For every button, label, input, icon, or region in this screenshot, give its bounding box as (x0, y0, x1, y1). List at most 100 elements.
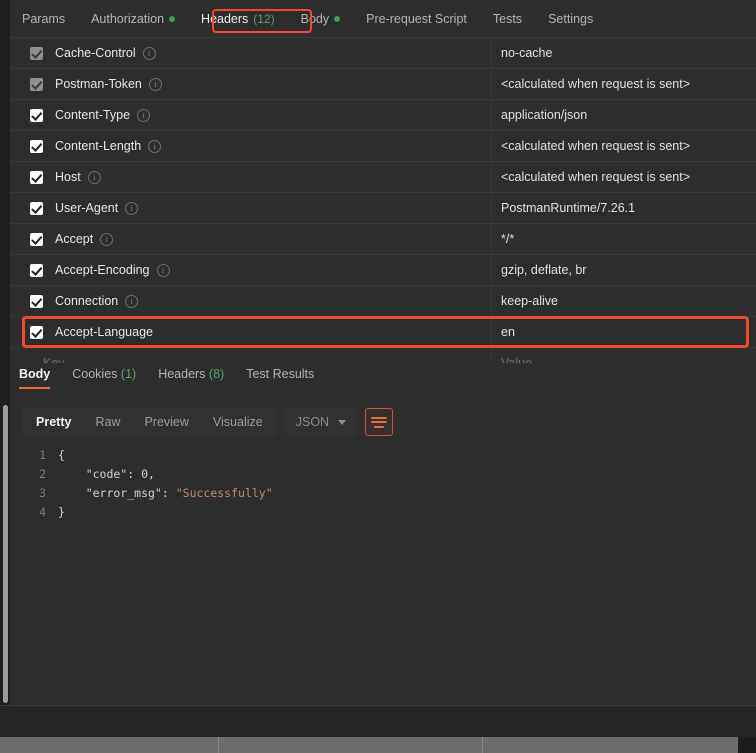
request-tab-label: Params (22, 11, 66, 26)
response-tab-count: (8) (208, 367, 225, 381)
info-icon[interactable]: i (137, 108, 151, 122)
header-value-cell[interactable]: application/json (492, 100, 756, 130)
code-token: , (148, 466, 155, 481)
request-tab-label: Pre-request Script (366, 11, 467, 26)
code-line-text: "code": 0, (58, 467, 155, 481)
request-tab-body[interactable]: Body (301, 12, 341, 26)
info-icon[interactable]: i (87, 170, 101, 184)
taskbar-seam-1 (218, 737, 219, 753)
table-row[interactable]: Content-Type i application/json (10, 100, 756, 131)
header-value-cell[interactable]: <calculated when request is sent> (492, 131, 756, 161)
info-icon[interactable]: i (125, 294, 139, 308)
left-rail (0, 0, 10, 737)
table-row[interactable]: Connection i keep-alive (10, 286, 756, 317)
header-key-label: Cache-Control (55, 46, 136, 60)
info-icon[interactable]: i (148, 139, 162, 153)
header-key-label: User-Agent (55, 201, 119, 215)
request-tab-headers[interactable]: Headers (12) (201, 12, 275, 26)
header-key-label: Accept-Encoding (55, 263, 150, 277)
header-value-cell[interactable]: <calculated when request is sent> (492, 69, 756, 99)
info-icon[interactable]: i (156, 263, 170, 277)
table-row[interactable]: Content-Length i <calculated when request … (10, 131, 756, 162)
new-header-placeholder-row[interactable]: Key Value (10, 348, 756, 363)
request-tab-label: Authorization (91, 11, 165, 26)
row-checkbox[interactable] (30, 170, 43, 184)
info-icon[interactable]: i (142, 46, 156, 60)
table-row[interactable]: Host i <calculated when request is sent> (10, 162, 756, 193)
new-header-key-cell[interactable]: Key (10, 348, 492, 363)
table-row[interactable]: Accept-Language en (10, 317, 756, 348)
new-header-key-placeholder: Key (43, 356, 65, 363)
row-checkbox[interactable] (30, 77, 43, 91)
request-tab-label: Settings (548, 11, 594, 26)
response-tab-headers[interactable]: Headers (8) (158, 367, 224, 389)
header-key-cell[interactable]: Connection i (10, 286, 492, 316)
line-number: 4 (39, 504, 46, 519)
word-wrap-icon[interactable] (365, 408, 394, 436)
header-value-label: <calculated when request is sent> (501, 77, 691, 91)
table-row[interactable]: Accept-Encoding i gzip, deflate, br (10, 255, 756, 286)
info-icon[interactable]: i (125, 201, 139, 215)
table-row[interactable]: Postman-Token i <calculated when request i… (10, 69, 756, 100)
language-select-value: JSON (295, 415, 330, 429)
header-key-cell[interactable]: Accept-Language (10, 317, 492, 347)
wrap-line-1 (371, 416, 388, 419)
header-value-cell[interactable]: <calculated when request is sent> (492, 162, 756, 192)
request-tab-tests[interactable]: Tests (493, 12, 522, 26)
response-tab-bar: Body Cookies (1) Headers (8) Test Results (10, 367, 756, 397)
header-value-label: PostmanRuntime/7.26.1 (501, 201, 636, 215)
header-key-cell[interactable]: User-Agent i (10, 193, 492, 223)
view-mode-preview[interactable]: Preview (132, 408, 200, 436)
table-row[interactable]: Cache-Control i no-cache (10, 38, 756, 69)
request-tab-settings[interactable]: Settings (548, 12, 593, 26)
view-mode-visualize[interactable]: Visualize (201, 408, 275, 436)
table-row[interactable]: Accept i */* (10, 224, 756, 255)
info-icon[interactable]: i (148, 77, 162, 91)
view-mode-pretty[interactable]: Pretty (24, 408, 83, 436)
header-key-cell[interactable]: Accept i (10, 224, 492, 254)
header-key-cell[interactable]: Accept-Encoding i (10, 255, 492, 285)
header-value-cell[interactable]: keep-alive (492, 286, 756, 316)
header-value-cell[interactable]: */* (492, 224, 756, 254)
header-key-cell[interactable]: Content-Type i (10, 100, 492, 130)
header-value-cell[interactable]: gzip, deflate, br (492, 255, 756, 285)
header-key-cell[interactable]: Content-Length i (10, 131, 492, 161)
request-tab-authorization[interactable]: Authorization (91, 11, 176, 26)
chevron-down-icon (338, 419, 347, 425)
header-value-cell[interactable]: en (492, 317, 756, 347)
row-checkbox[interactable] (30, 263, 43, 277)
line-number: 1 (39, 447, 46, 462)
code-token: : (161, 485, 176, 500)
row-checkbox[interactable] (30, 139, 43, 153)
response-tab-body[interactable]: Body (19, 367, 51, 389)
response-tab-cookies[interactable]: Cookies (1) (72, 367, 136, 389)
header-value-label: <calculated when request is sent> (501, 139, 691, 153)
row-checkbox[interactable] (30, 201, 43, 215)
header-value-cell[interactable]: no-cache (492, 38, 756, 68)
vertical-scrollbar[interactable] (3, 405, 8, 703)
header-value-cell[interactable]: PostmanRuntime/7.26.1 (492, 193, 756, 223)
bottom-status-bar (0, 706, 756, 737)
header-key-cell[interactable]: Postman-Token i (10, 69, 492, 99)
header-value-label: en (501, 325, 515, 339)
row-checkbox[interactable] (30, 46, 43, 60)
row-checkbox[interactable] (30, 325, 43, 339)
header-key-cell[interactable]: Cache-Control i (10, 38, 492, 68)
row-checkbox[interactable] (30, 294, 43, 308)
header-value-label: gzip, deflate, br (501, 263, 587, 277)
request-tab-params[interactable]: Params (22, 12, 65, 26)
view-mode-raw[interactable]: Raw (83, 408, 132, 436)
info-icon[interactable]: i (100, 232, 114, 246)
row-checkbox[interactable] (30, 232, 43, 246)
header-key-cell[interactable]: Host i (10, 162, 492, 192)
response-tab-test-results[interactable]: Test Results (246, 367, 314, 389)
response-body-code[interactable]: 1{2 "code": 0, 3 "error_msg": "Successful… (10, 445, 756, 700)
new-header-value-cell[interactable]: Value (492, 348, 756, 363)
table-row[interactable]: User-Agent i PostmanRuntime/7.26.1 (10, 193, 756, 224)
request-tab-pre-request-script[interactable]: Pre-request Script (366, 12, 467, 26)
view-mode-segmented-control: Pretty Raw Preview Visualize (22, 408, 277, 436)
status-dot-icon (334, 15, 341, 22)
line-number: 3 (39, 485, 46, 500)
row-checkbox[interactable] (30, 108, 43, 122)
language-select[interactable]: JSON (284, 408, 358, 436)
